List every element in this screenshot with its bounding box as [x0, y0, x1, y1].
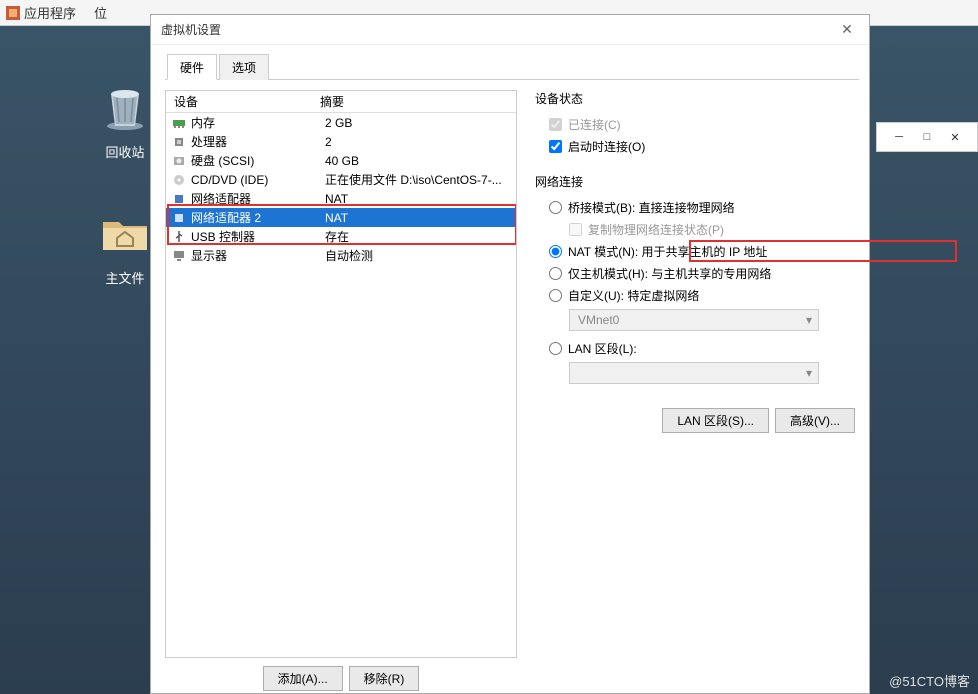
- trash-icon: [99, 80, 151, 132]
- close-button[interactable]: ✕: [941, 126, 969, 148]
- device-status-title: 设备状态: [535, 90, 859, 107]
- background-window-controls: ─ □ ✕: [876, 122, 978, 152]
- device-list[interactable]: 设备 摘要 内存 2 GB 处理器 2 硬盘: [165, 90, 517, 658]
- device-row-cpu[interactable]: 处理器 2: [166, 132, 516, 151]
- lan-segments-button[interactable]: LAN 区段(S)...: [662, 408, 769, 433]
- desktop-home-label: 主文件: [105, 268, 144, 287]
- radio-nat[interactable]: [549, 245, 562, 258]
- cd-icon: [172, 173, 186, 187]
- device-row-usb[interactable]: USB 控制器 存在: [166, 227, 516, 246]
- maximize-button[interactable]: □: [913, 126, 941, 148]
- network-connection-title: 网络连接: [535, 173, 859, 190]
- dialog-titlebar: 虚拟机设置 ✕: [151, 15, 869, 45]
- header-summary: 摘要: [316, 93, 516, 110]
- radio-lanseg[interactable]: [549, 342, 562, 355]
- vmnet-select: VMnet0 ▾: [569, 309, 819, 331]
- connect-poweron-checkbox[interactable]: [549, 140, 562, 153]
- replicate-phys-checkbox: [569, 223, 582, 236]
- radio-bridged-row[interactable]: 桥接模式(B): 直接连接物理网络: [549, 196, 859, 218]
- dialog-close-button[interactable]: ✕: [833, 20, 861, 40]
- radio-nat-row[interactable]: NAT 模式(N): 用于共享主机的 IP 地址: [549, 240, 859, 262]
- minimize-button[interactable]: ─: [885, 126, 913, 148]
- tabs: 硬件 选项: [165, 53, 859, 80]
- replicate-phys-row: 复制物理网络连接状态(P): [549, 218, 859, 240]
- add-button[interactable]: 添加(A)...: [263, 666, 343, 691]
- taskbar-apps[interactable]: 应用程序: [24, 3, 76, 22]
- tab-options[interactable]: 选项: [219, 54, 269, 80]
- header-device: 设备: [166, 93, 316, 110]
- usb-icon: [172, 230, 186, 244]
- device-row-memory[interactable]: 内存 2 GB: [166, 113, 516, 132]
- radio-custom[interactable]: [549, 289, 562, 302]
- chevron-down-icon: ▾: [806, 366, 812, 380]
- dialog-title: 虚拟机设置: [161, 21, 221, 38]
- chevron-down-icon: ▾: [806, 313, 812, 327]
- vm-settings-dialog: 虚拟机设置 ✕ 硬件 选项 设备 摘要 内存 2 GB: [150, 14, 870, 694]
- network-icon: [172, 192, 186, 206]
- connect-poweron-row[interactable]: 启动时连接(O): [549, 135, 859, 157]
- apps-icon: [6, 6, 20, 20]
- taskbar-places[interactable]: 位: [94, 3, 107, 22]
- desktop-trash-label: 回收站: [105, 142, 144, 161]
- connected-checkbox-row: 已连接(C): [549, 113, 859, 135]
- radio-custom-row[interactable]: 自定义(U): 特定虚拟网络: [549, 284, 859, 306]
- device-row-disk[interactable]: 硬盘 (SCSI) 40 GB: [166, 151, 516, 170]
- memory-icon: [172, 116, 186, 130]
- lanseg-select: ▾: [569, 362, 819, 384]
- radio-bridged[interactable]: [549, 201, 562, 214]
- radio-lanseg-row[interactable]: LAN 区段(L):: [549, 337, 859, 359]
- radio-hostonly-row[interactable]: 仅主机模式(H): 与主机共享的专用网络: [549, 262, 859, 284]
- device-row-nic2[interactable]: 网络适配器 2 NAT: [166, 208, 516, 227]
- radio-hostonly[interactable]: [549, 267, 562, 280]
- advanced-button[interactable]: 高级(V)...: [775, 408, 855, 433]
- connected-checkbox: [549, 118, 562, 131]
- tab-hardware[interactable]: 硬件: [167, 54, 217, 80]
- device-row-nic1[interactable]: 网络适配器 NAT: [166, 189, 516, 208]
- home-folder-icon: [99, 206, 151, 258]
- watermark: @51CTO博客: [889, 671, 970, 690]
- device-list-header: 设备 摘要: [166, 91, 516, 113]
- display-icon: [172, 249, 186, 263]
- cpu-icon: [172, 135, 186, 149]
- disk-icon: [172, 154, 186, 168]
- device-row-cddvd[interactable]: CD/DVD (IDE) 正在使用文件 D:\iso\CentOS-7-...: [166, 170, 516, 189]
- remove-button[interactable]: 移除(R): [349, 666, 420, 691]
- network-icon: [172, 211, 186, 225]
- close-icon: ✕: [841, 21, 853, 38]
- device-row-display[interactable]: 显示器 自动检测: [166, 246, 516, 265]
